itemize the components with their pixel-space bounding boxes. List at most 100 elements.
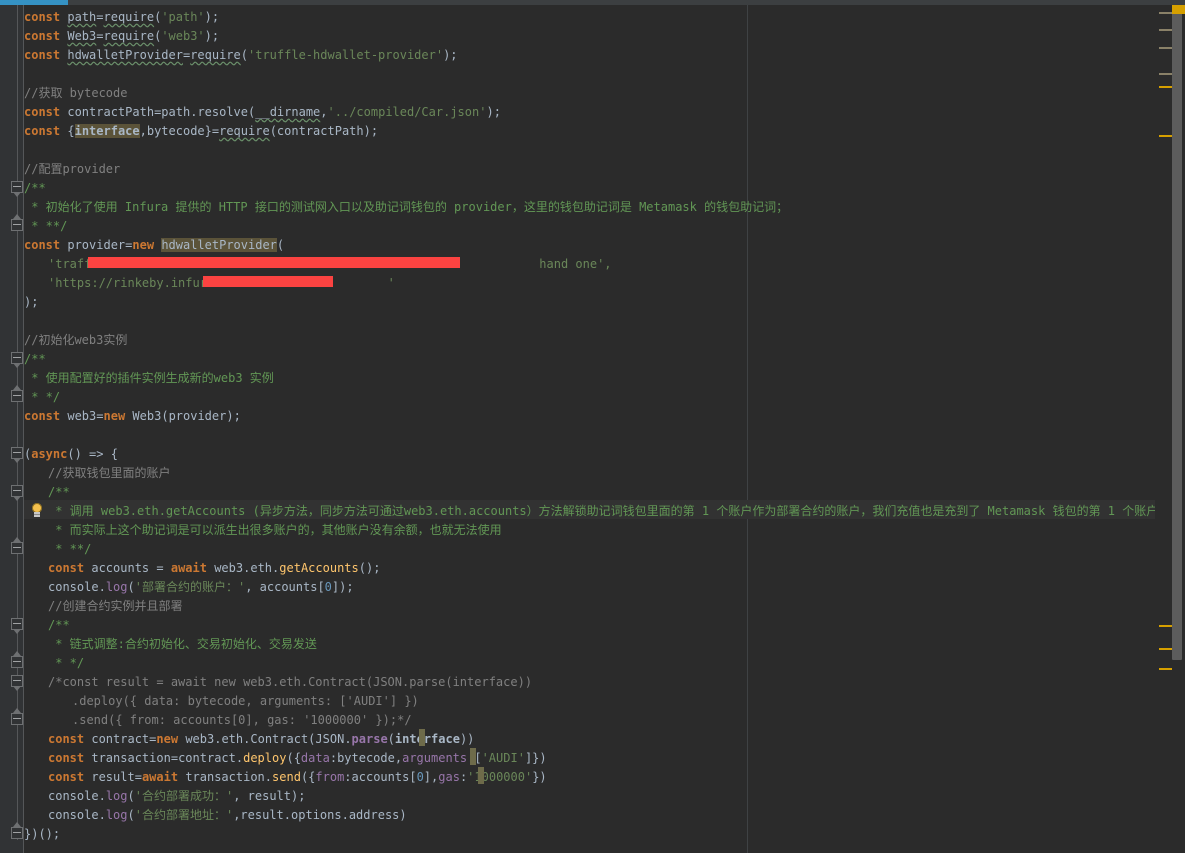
kw-new: new — [103, 409, 126, 423]
code-line-34: * 链式调整:合约初始化、交易初始化、交易发送 — [48, 635, 317, 654]
ident-path: path — [67, 10, 97, 24]
ident-hdwalletprovider: hdwalletProvider — [67, 48, 183, 62]
ident-bytecode: bytecode — [146, 124, 205, 138]
kw-const: const — [24, 48, 61, 62]
doc-close-star: * **/ — [48, 542, 92, 556]
code-line-18: //初始化web3实例 — [24, 331, 127, 350]
code-line-5: //获取 bytecode — [24, 84, 127, 103]
string-truffle: 'truffle-hdwallet-provider' — [248, 48, 444, 62]
intention-lightbulb-icon[interactable] — [30, 503, 44, 518]
fold-marker-doc-provider-end[interactable] — [11, 214, 24, 232]
code-line-42: console.log('合约部署成功：', result); — [48, 789, 306, 803]
string-web3: 'web3' — [161, 29, 205, 43]
fold-marker-doc-chain[interactable] — [11, 618, 24, 634]
code-line-24: (async() => { — [24, 447, 118, 461]
kw-await: await — [170, 561, 207, 575]
call-require: require — [219, 124, 270, 138]
ident-accounts: accounts — [259, 580, 318, 594]
ident-provider: provider — [168, 409, 227, 423]
fold-marker-doc-web3[interactable] — [11, 352, 24, 368]
key-from: from — [315, 770, 345, 784]
kw-const: const — [48, 770, 85, 784]
code-line-28: * 而实际上这个助记词是可以派生出很多账户的，其他账户没有余额，也就无法使用 — [48, 521, 502, 540]
ident-web3-class: Web3 — [67, 29, 97, 43]
ident-json: JSON — [315, 732, 345, 746]
code-line-27: * 调用 web3.eth.getAccounts (异步方法，同步方法可通过w… — [48, 502, 1170, 521]
code-line-30: const accounts = await web3.eth.getAccou… — [48, 561, 381, 575]
string-mnemonic-head: 'traff — [48, 257, 92, 271]
doc-close: * */ — [48, 656, 85, 670]
code-line-7: const {interface,bytecode}=require(contr… — [24, 124, 379, 138]
doc-open: /** — [24, 352, 46, 366]
fold-marker-commented-block[interactable] — [11, 675, 24, 691]
fold-marker-doc-chain-end[interactable] — [11, 651, 24, 669]
kw-async: async — [31, 447, 68, 461]
fold-marker-doc-provider[interactable] — [11, 181, 24, 197]
comment-provider: //配置provider — [24, 162, 121, 176]
call-send: send — [272, 770, 301, 784]
doc-open: /** — [48, 485, 70, 499]
code-line-29: * **/ — [48, 540, 91, 559]
fold-marker-iife-end[interactable] — [11, 822, 24, 840]
code-line-10: /** — [24, 179, 46, 198]
kw-new: new — [132, 238, 155, 252]
fold-marker-doc-web3-end[interactable] — [11, 385, 24, 403]
kw-const: const — [48, 751, 85, 765]
code-line-12: * **/ — [24, 217, 67, 236]
ident-contractpath: contractPath — [276, 124, 364, 138]
code-line-20: * 使用配置好的插件实例生成新的web3 实例 — [24, 369, 274, 388]
fold-marker-doc-accounts-end[interactable] — [11, 537, 24, 555]
string-path: 'path' — [161, 10, 205, 24]
doc-comment-web3: * 使用配置好的插件实例生成新的web3 实例 — [24, 371, 274, 385]
ident-accounts: accounts — [351, 770, 410, 784]
call-parse: parse — [351, 732, 388, 746]
ident-web3-class: Web3 — [132, 409, 162, 423]
kw-const: const — [24, 10, 61, 24]
code-editor-canvas[interactable]: const path=require('path'); const Web3=r… — [0, 0, 1170, 853]
call-resolve: resolve — [197, 105, 249, 119]
doc-comment-accounts-1: * 调用 web3.eth.getAccounts (异步方法，同步方法可通过w… — [48, 504, 1171, 518]
ident-console: console — [48, 789, 99, 803]
fold-marker-doc-accounts[interactable] — [11, 485, 24, 501]
code-line-25: //获取钱包里面的账户 — [48, 464, 170, 483]
doc-close-star: * **/ — [24, 219, 68, 233]
ident-provider: provider — [67, 238, 126, 252]
ident-accounts: accounts — [91, 561, 150, 575]
string-mnemonic-tail: hand one', — [532, 257, 612, 271]
ident-console: console — [48, 808, 99, 822]
code-line-9: //配置provider — [24, 160, 120, 179]
ident-contractpath: contractPath — [67, 105, 155, 119]
ident-result: result — [247, 789, 291, 803]
kw-const: const — [24, 105, 61, 119]
fold-marker-iife[interactable] — [11, 447, 24, 463]
ident-web3: web3 — [67, 409, 97, 423]
key-data: data — [300, 751, 330, 765]
vertical-scrollbar-thumb[interactable] — [1172, 0, 1182, 660]
ident-contract: contract — [178, 751, 236, 765]
code-line-11: * 初始化了使用 Infura 提供的 HTTP 接口的测试网入口以及助记词钱包… — [24, 198, 788, 217]
call-getaccounts: getAccounts — [279, 561, 359, 575]
kw-const: const — [24, 124, 61, 138]
ident-hdwalletprovider-highlighted: hdwalletProvider — [161, 238, 277, 252]
code-line-26: /** — [48, 483, 70, 502]
code-line-3: const hdwalletProvider=require('truffle-… — [24, 48, 458, 62]
ident-transaction: transaction — [185, 770, 265, 784]
commented-code-1: /*const result = await new web3.eth.Cont… — [48, 675, 533, 689]
key-arguments: arguments — [402, 751, 468, 765]
code-line-44: })(); — [24, 825, 60, 844]
doc-comment-accounts-2: * 而实际上这个助记词是可以派生出很多账户的，其他账户没有余额，也就无法使用 — [48, 523, 502, 537]
call-deploy: deploy — [243, 751, 287, 765]
string-log-deploy-account: '部署合约的账户：' — [134, 580, 246, 594]
eol-error-stripe-line-39 — [419, 729, 425, 746]
call-require: require — [190, 48, 241, 62]
kw-new: new — [156, 732, 179, 746]
progress-bar-fill — [0, 0, 68, 5]
code-line-16: ); — [24, 295, 39, 309]
key-gas: gas — [438, 770, 460, 784]
doc-comment-provider: * 初始化了使用 Infura 提供的 HTTP 接口的测试网入口以及助记词钱包… — [24, 200, 789, 214]
iife-tail: })(); — [24, 827, 61, 841]
fold-marker-commented-block-end[interactable] — [11, 708, 24, 726]
kw-const: const — [24, 238, 61, 252]
code-line-36: /*const result = await new web3.eth.Cont… — [48, 673, 532, 692]
ident-contract-class: Contract — [250, 732, 309, 746]
